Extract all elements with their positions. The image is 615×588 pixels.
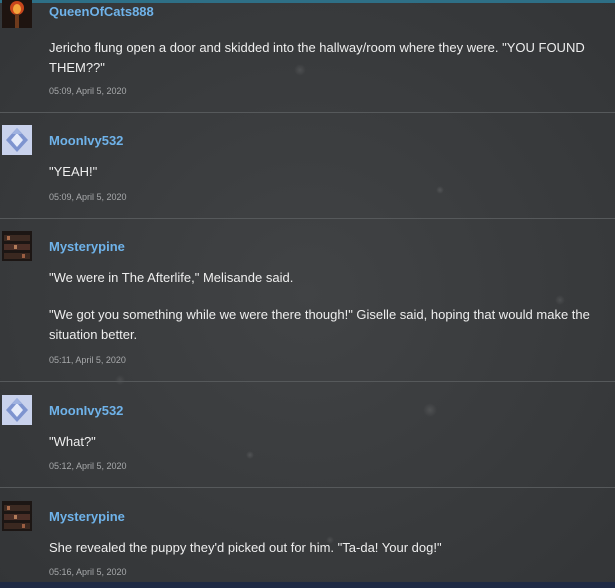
comment-timestamp[interactable]: 05:16, April 5, 2020 — [49, 567, 127, 577]
comment-timestamp[interactable]: 05:12, April 5, 2020 — [49, 461, 127, 471]
comment-timestamp[interactable]: 05:09, April 5, 2020 — [49, 86, 127, 96]
comment-divider — [0, 487, 615, 488]
comment-timestamp[interactable]: 05:09, April 5, 2020 — [49, 192, 127, 202]
crystal-avatar-icon[interactable] — [2, 125, 32, 155]
top-accent-bar — [0, 0, 615, 3]
comment-text: "We got you something while we were ther… — [49, 307, 590, 342]
comment-username[interactable]: Mysterypine — [49, 509, 125, 524]
torch-avatar-icon[interactable] — [2, 0, 32, 28]
comment-text: Jericho flung open a door and skidded in… — [49, 40, 585, 75]
comment-text: She revealed the puppy they'd picked out… — [49, 540, 442, 555]
comment-text: "What?" — [49, 434, 96, 449]
comment-text: "YEAH!" — [49, 164, 98, 179]
comment-timestamp[interactable]: 05:11, April 5, 2020 — [49, 355, 126, 365]
shelf-avatar-icon[interactable] — [2, 501, 32, 531]
comment-username[interactable]: QueenOfCats888 — [49, 4, 154, 19]
bottom-bar — [0, 582, 615, 588]
comment-username[interactable]: Mysterypine — [49, 239, 125, 254]
comment-divider — [0, 112, 615, 113]
comment-username[interactable]: MoonIvy532 — [49, 403, 123, 418]
comment-divider — [0, 218, 615, 219]
shelf-avatar-icon[interactable] — [2, 231, 32, 261]
comment-text: "We were in The Afterlife," Melisande sa… — [49, 270, 294, 285]
comment-divider — [0, 381, 615, 382]
comment-username[interactable]: MoonIvy532 — [49, 133, 123, 148]
crystal-avatar-icon[interactable] — [2, 395, 32, 425]
